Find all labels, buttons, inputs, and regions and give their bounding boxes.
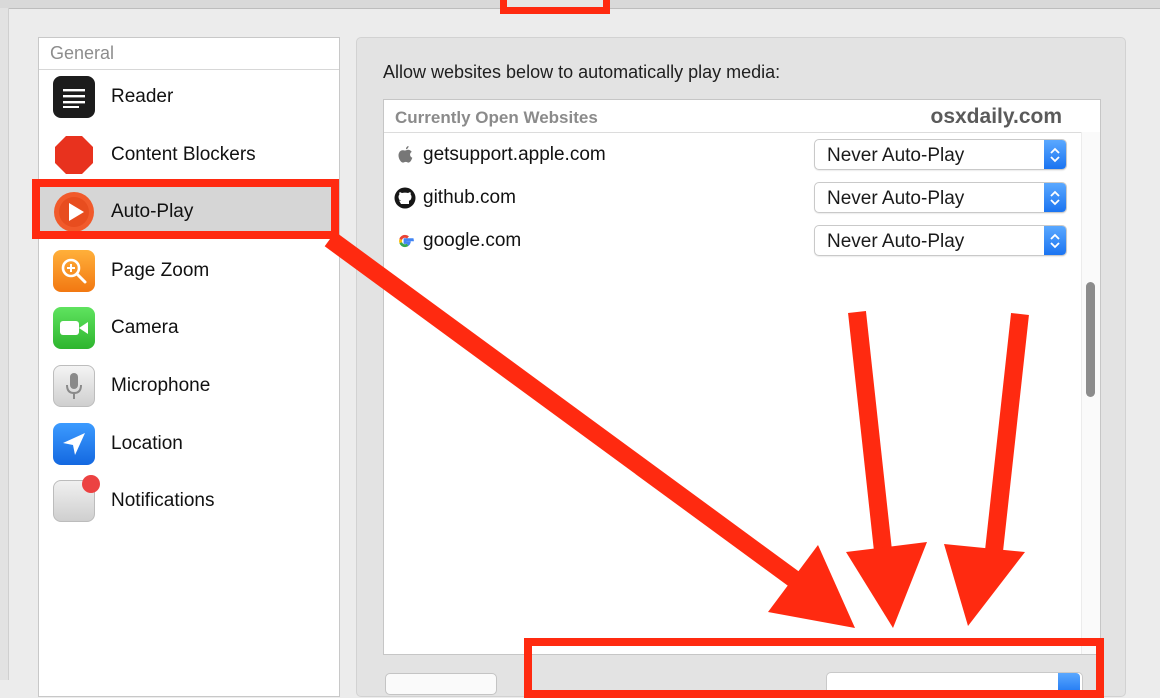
diagonal-arrow-head — [768, 545, 855, 628]
annotation-arrows — [324, 231, 1029, 628]
center-arrow-head — [846, 542, 927, 628]
right-arrow-head — [944, 544, 1025, 626]
diagonal-arrow-shaft — [324, 231, 804, 590]
center-arrow-shaft — [848, 311, 893, 561]
right-arrow-shaft — [984, 313, 1029, 561]
